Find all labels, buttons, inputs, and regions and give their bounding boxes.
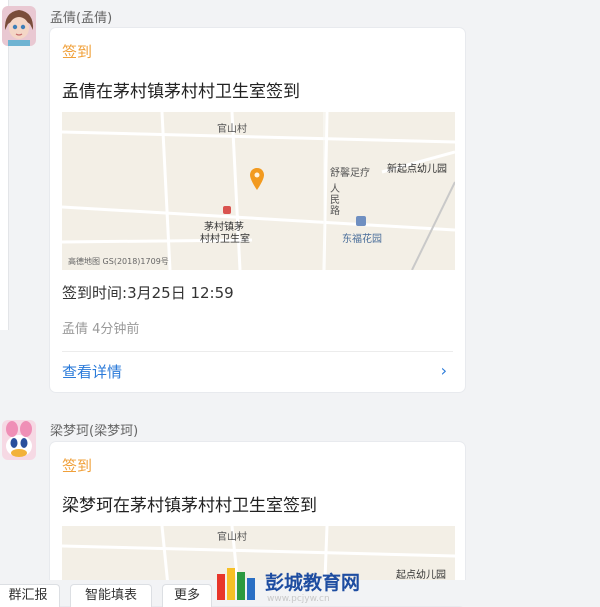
map-pin-icon <box>250 168 264 194</box>
watermark-text: 彭城教育网 <box>265 572 361 594</box>
map-label-village: 官山村 <box>217 532 247 543</box>
checkin-time: 签到时间:3月25日 12:59 <box>62 282 234 303</box>
smart-form-button[interactable]: 智能填表 <box>70 584 152 607</box>
checkin-time-label: 签到时间: <box>62 284 128 302</box>
sender-name: 梁梦珂(梁梦珂) <box>50 424 139 439</box>
card-divider <box>62 351 453 352</box>
map-poi-residence: 东福花园 <box>342 234 382 245</box>
card-title: 梁梦珂在茅村镇茅村村卫生室签到 <box>62 496 317 516</box>
location-map[interactable]: 官山村 舒馨足疗 人民路 新起点幼儿园 东福花园 茅村镇茅 村村卫生室 高德地图… <box>62 112 455 270</box>
watermark-logo: 彭城教育网 www.pcjyw.cn <box>215 562 405 606</box>
map-poi-main-line2: 村村卫生室 <box>200 234 250 245</box>
map-poi-kindergarten: 新起点幼儿园 <box>387 164 447 175</box>
avatar[interactable] <box>2 420 36 460</box>
map-label-village: 官山村 <box>217 124 247 135</box>
card-title: 孟倩在茅村镇茅村村卫生室签到 <box>62 82 300 102</box>
chevron-right-icon[interactable]: › <box>441 361 447 380</box>
card-type-label: 签到 <box>62 457 93 475</box>
card-meta: 孟倩 4分钟前 <box>62 318 139 337</box>
map-label-road: 舒馨足疗 <box>330 168 370 179</box>
avatar[interactable] <box>2 6 36 46</box>
checkin-card[interactable]: 签到 孟倩在茅村镇茅村村卫生室签到 官山村 舒馨足疗 人民路 新起点幼儿园 东福… <box>50 28 465 392</box>
map-label-road: 人民路 <box>330 184 340 217</box>
sender-name: 孟倩(孟倩) <box>50 11 113 26</box>
group-report-button[interactable]: 群汇报 <box>0 584 60 607</box>
more-button[interactable]: 更多 <box>162 584 212 607</box>
map-copyright: 高德地图 GS(2018)1709号 <box>68 257 169 266</box>
residence-icon <box>356 216 366 226</box>
meta-time: 4分钟前 <box>92 322 140 337</box>
view-details-link[interactable]: 查看详情 <box>62 361 122 382</box>
watermark-url: www.pcjyw.cn <box>267 594 330 604</box>
checkin-time-value: 3月25日 12:59 <box>127 284 234 302</box>
meta-user: 孟倩 <box>62 322 89 337</box>
card-type-label: 签到 <box>62 43 93 61</box>
left-panel-edge <box>0 0 9 330</box>
hospital-icon <box>223 206 231 214</box>
